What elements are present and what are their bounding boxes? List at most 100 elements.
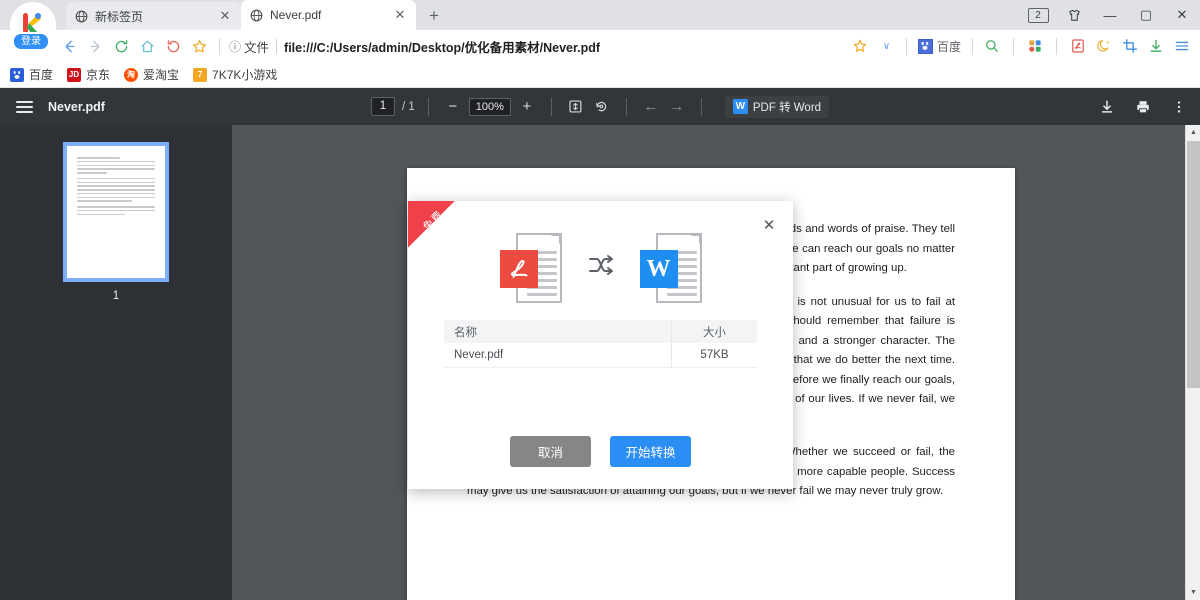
column-header-size: 大小 [671,320,757,343]
bookmark-label: 爱淘宝 [143,68,180,82]
more-options-icon[interactable] [1164,92,1194,122]
pdf-toolbar-right [1092,92,1194,122]
page-number-input[interactable]: 1 [370,97,395,116]
tab-close-icon[interactable]: ✕ [217,8,233,24]
cell-file-size: 57KB [671,343,757,367]
forward-icon[interactable] [82,33,108,59]
tab-never-pdf[interactable]: Never.pdf ✕ [241,0,416,30]
baidu-icon [10,67,24,82]
chevron-down-icon[interactable]: ∨ [873,33,899,59]
reload-icon[interactable] [108,33,134,59]
page-thumbnail[interactable] [63,142,169,282]
bookmarks-bar: 百度 JD 京东 淘 爱淘宝 7 7K7K小游戏 [0,62,1200,88]
file-list-table: 名称 大小 Never.pdf 57KB [444,320,757,368]
bookmark-label: 百度 [29,68,54,82]
new-tab-button[interactable]: + [420,2,448,30]
search-engine-label: 百度 [936,39,961,54]
url-scheme-label: 文件 [244,40,270,55]
zoom-level-value[interactable]: 100% [468,97,511,116]
tab-close-icon[interactable]: ✕ [392,7,408,23]
rotate-button[interactable] [589,94,615,120]
browser-window: 登录 新标签页 ✕ Never.pdf ✕ + 2 — ▢ ✕ ⓘ 文件 fil… [0,0,1200,600]
pdf-to-word-label: PDF 转 Word [752,101,822,114]
browser-logo[interactable]: 登录 [4,2,60,54]
start-conversion-button[interactable]: 开始转换 [610,436,691,467]
tab-count-badge[interactable]: 2 [1020,0,1056,30]
tab-strip: 登录 新标签页 ✕ Never.pdf ✕ + 2 — ▢ ✕ [0,0,1200,51]
navigation-bar: ⓘ 文件 file:///C:/Users/admin/Desktop/优化备用… [0,30,1200,62]
word-badge-icon: W [732,99,748,114]
divider [1013,37,1014,55]
thumbnail-page-number: 1 [112,290,120,302]
downloads-icon[interactable] [1144,34,1168,58]
pdf-tool-icon[interactable] [1066,34,1090,58]
download-icon[interactable] [1092,92,1122,122]
screenshot-crop-icon[interactable] [1118,34,1142,58]
jd-icon: JD [67,67,82,82]
pdf-toolbar: Never.pdf 1 / 1 − 100% + ← → W PDF 转 Wor… [0,88,1200,125]
document-title: Never.pdf [48,99,105,114]
maximize-button[interactable]: ▢ [1128,0,1164,30]
game-site-icon: 7 [193,67,208,82]
taobao-icon: 淘 [124,67,139,82]
apps-grid-icon[interactable] [1023,34,1047,58]
scrollbar-thumb[interactable] [1187,141,1200,388]
globe-icon [74,9,88,23]
toolbar-extensions [980,34,1200,58]
divider [276,38,278,54]
baidu-icon [917,38,933,54]
tab-list: 新标签页 ✕ Never.pdf ✕ + [66,0,448,30]
add-bookmark-icon[interactable] [847,33,873,59]
search-icon[interactable] [980,34,1004,58]
bookmark-label: 京东 [86,68,111,82]
zoom-in-button[interactable]: + [514,94,540,120]
bookmark-label: 7K7K小游戏 [212,68,278,82]
hamburger-icon[interactable] [0,88,48,125]
bookmark-star-icon[interactable] [186,33,212,59]
theme-shirt-icon[interactable] [1056,0,1092,30]
table-header-row: 名称 大小 [444,320,757,343]
cancel-button[interactable]: 取消 [510,436,591,467]
address-bar[interactable]: ⓘ 文件 file:///C:/Users/admin/Desktop/优化备用… [227,33,847,59]
bookmark-item[interactable]: JD 京东 [67,66,110,83]
history-icon[interactable] [160,33,186,59]
pdf-format-badge [499,250,538,288]
bookmark-item[interactable]: 百度 [10,66,53,83]
divider [1056,37,1057,55]
pdf-file-icon [499,233,562,303]
divider [427,97,429,116]
previous-page-button[interactable]: ← [638,94,664,120]
search-engine-selector[interactable]: 百度 [917,38,961,55]
close-window-button[interactable]: ✕ [1164,0,1200,30]
url-text: file:///C:/Users/admin/Desktop/优化备用素材/Ne… [284,40,601,55]
window-controls: 2 — ▢ ✕ [1020,0,1200,30]
home-icon[interactable] [134,33,160,59]
bookmark-item[interactable]: 7 7K7K小游戏 [193,66,277,83]
divider [700,97,702,116]
night-mode-icon[interactable] [1092,34,1116,58]
login-badge[interactable]: 登录 [12,32,50,51]
divider [905,37,907,55]
conversion-icons: W [408,233,793,303]
divider [625,97,627,116]
vertical-scrollbar[interactable]: ▲ ▼ [1185,125,1200,600]
scroll-down-arrow[interactable]: ▼ [1186,585,1200,600]
minimize-button[interactable]: — [1092,0,1128,30]
tab-title: Never.pdf [270,8,322,22]
info-icon[interactable]: ⓘ [229,38,241,55]
close-icon[interactable]: ✕ [759,215,779,235]
print-icon[interactable] [1128,92,1158,122]
menu-icon[interactable] [1170,34,1194,58]
pdf-to-word-button[interactable]: W PDF 转 Word [724,95,830,118]
zoom-out-button[interactable]: − [440,94,466,120]
scroll-up-arrow[interactable]: ▲ [1186,125,1200,140]
word-file-icon: W [639,233,702,303]
bookmark-item[interactable]: 淘 爱淘宝 [124,66,179,83]
next-page-button[interactable]: → [664,94,690,120]
divider [550,97,552,116]
pdf-to-word-dialog: 免费 ✕ W 名称 大小 Never.pdf 57KB 取消 开始转换 [408,201,793,489]
swap-arrows-icon [588,254,614,282]
fit-page-button[interactable] [563,94,589,120]
tab-new-tab-page[interactable]: 新标签页 ✕ [66,2,241,30]
thumbnail-preview [70,149,162,275]
